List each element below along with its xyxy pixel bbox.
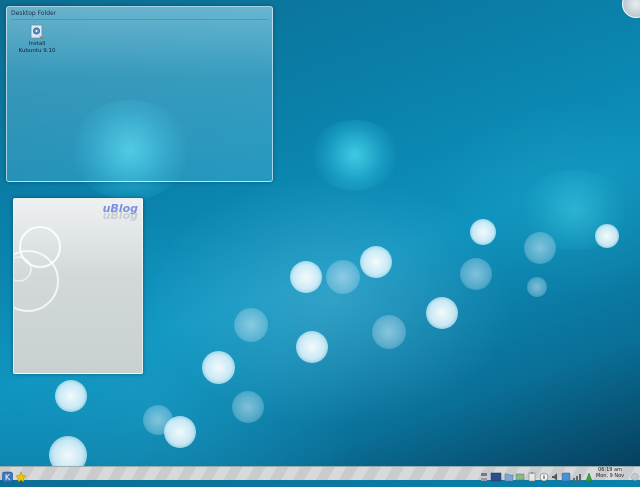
desktop-toolbox-button[interactable] (622, 0, 640, 18)
bokeh-light (55, 380, 87, 412)
bokeh-light (234, 308, 268, 342)
panel-toolbox-icon (631, 473, 639, 481)
desktop-folder-widget[interactable]: Desktop Folder Install Kubuntu 9.10 (6, 6, 273, 182)
update-notifier-button[interactable] (561, 468, 571, 482)
display-button[interactable] (490, 468, 502, 482)
ublog-logo: uBlog (102, 202, 138, 215)
digital-clock[interactable]: 06:19 am Mon, 9 Nov (592, 467, 628, 479)
pager-button[interactable] (480, 468, 488, 481)
bokeh-light (524, 232, 556, 264)
pager-icon (481, 473, 487, 481)
background-glow (310, 120, 400, 190)
kickoff-menu-button[interactable]: K (2, 468, 13, 483)
bokeh-light (202, 351, 235, 384)
update-notifier-icon (561, 472, 571, 482)
clipboard-icon (528, 472, 536, 482)
info-icon (539, 472, 549, 482)
file-manager-icon (504, 473, 514, 482)
network-manager-button[interactable] (572, 468, 582, 481)
ublog-widget[interactable]: uBlog uBlog (13, 198, 143, 374)
bokeh-light (595, 224, 619, 248)
display-icon (490, 472, 502, 482)
bokeh-light (164, 416, 196, 448)
network-button[interactable] (515, 468, 525, 481)
bokeh-light (470, 219, 496, 245)
installer-icon (30, 24, 44, 39)
panel-taskbar: K 06:19 am Mon, 9 Nov (0, 466, 640, 483)
svg-text:K: K (5, 473, 11, 482)
folder-title-divider (11, 19, 268, 20)
panel-toolbox-button[interactable] (631, 468, 639, 481)
bokeh-light (232, 391, 264, 423)
clipboard-button[interactable] (527, 468, 537, 482)
bokeh-light (296, 331, 328, 363)
bokeh-light (143, 405, 173, 435)
network-manager-icon (573, 474, 581, 481)
file-manager-button[interactable] (504, 468, 514, 482)
clock-date: Mon, 9 Nov (595, 473, 625, 479)
bokeh-light (527, 277, 547, 297)
volume-icon (552, 473, 557, 481)
bokeh-light (460, 258, 492, 290)
bokeh-light (372, 315, 406, 349)
folder-view-button[interactable] (15, 468, 27, 483)
info-button[interactable] (539, 468, 549, 482)
bokeh-light (426, 297, 458, 329)
desktop-icon-install-kubuntu[interactable]: Install Kubuntu 9.10 (17, 23, 57, 55)
ublog-decoration (14, 226, 61, 312)
network-icon (515, 473, 525, 481)
background-glow (520, 170, 630, 250)
volume-button[interactable] (551, 468, 561, 481)
bokeh-light (290, 261, 322, 293)
folder-view-icon (15, 471, 27, 483)
folder-title: Desktop Folder (11, 10, 57, 17)
kickoff-menu-icon: K (2, 471, 13, 483)
bokeh-light (360, 246, 392, 278)
bokeh-light (326, 260, 360, 294)
desktop-icon-label: Install Kubuntu 9.10 (18, 41, 56, 54)
